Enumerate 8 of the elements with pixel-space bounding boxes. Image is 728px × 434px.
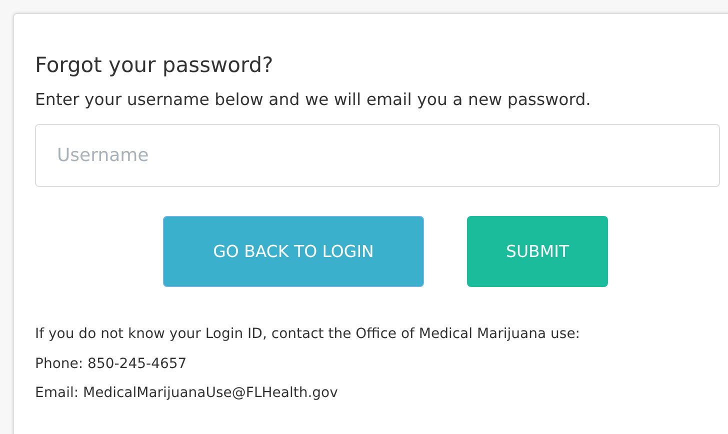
form-title: Forgot your password? — [35, 52, 274, 79]
submit-button[interactable]: SUBMIT — [467, 216, 608, 287]
instructions-text: Enter your username below and we will email you a new password. — [35, 89, 592, 111]
back-to-login-button[interactable]: GO BACK TO LOGIN — [163, 216, 424, 287]
username-field[interactable]: Username — [35, 124, 720, 187]
contact-text: Phone: 850-245-4657 — [35, 354, 188, 374]
contact-text: If you do not know your Login ID, contact the Office of Medical Marijuana use: — [35, 325, 582, 344]
contact-text: Email: MedicalMarijuanaUse@FLHealth.gov — [35, 384, 339, 403]
